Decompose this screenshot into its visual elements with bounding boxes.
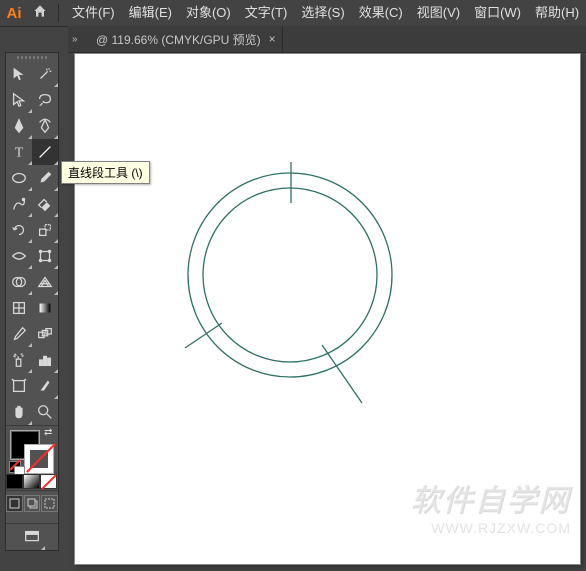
panel-grip[interactable] — [6, 53, 58, 61]
color-mode-row — [6, 474, 58, 490]
draw-normal-icon[interactable] — [6, 495, 23, 512]
eraser-tool[interactable] — [32, 191, 58, 217]
fill-stroke-block: ⇄ — [6, 426, 58, 474]
menubar: Ai 文件(F) 编辑(E) 对象(O) 文字(T) 选择(S) 效果(C) 视… — [0, 0, 586, 27]
document-tab-label: @ 119.66% (CMYK/GPU 预览) — [96, 31, 261, 48]
magic-wand-tool[interactable] — [32, 61, 58, 87]
curvature-tool[interactable] — [32, 113, 58, 139]
menu-view[interactable]: 视图(V) — [410, 0, 467, 26]
ellipse-tool[interactable] — [6, 165, 32, 191]
direct-selection-tool[interactable] — [6, 87, 32, 113]
width-tool[interactable] — [6, 243, 32, 269]
tool-tooltip: 直线段工具 (\) — [61, 161, 150, 184]
artboard[interactable] — [75, 54, 580, 564]
line-segment-tool[interactable] — [32, 139, 58, 165]
zoom-tool[interactable] — [32, 399, 58, 425]
paintbrush-tool[interactable] — [32, 165, 58, 191]
menu-effect[interactable]: 效果(C) — [352, 0, 410, 26]
artboard-tool[interactable] — [6, 373, 32, 399]
tabbar-chevron-icon[interactable]: » — [68, 34, 86, 45]
document-tab[interactable]: @ 119.66% (CMYK/GPU 预览) × — [86, 26, 283, 52]
menubar-separator — [58, 4, 59, 22]
pen-tool[interactable] — [6, 113, 32, 139]
swap-fill-stroke-icon[interactable]: ⇄ — [44, 427, 56, 439]
hand-tool[interactable] — [6, 399, 32, 425]
gradient-tool[interactable] — [32, 295, 58, 321]
shape-builder-tool[interactable] — [6, 269, 32, 295]
screen-mode-button[interactable] — [19, 524, 45, 550]
free-transform-tool[interactable] — [32, 243, 58, 269]
symbol-sprayer-tool[interactable] — [6, 347, 32, 373]
default-fill-stroke-icon[interactable] — [9, 461, 21, 473]
color-mode-color[interactable] — [6, 474, 23, 489]
close-tab-icon[interactable]: × — [269, 32, 276, 46]
document-tabbar: » @ 119.66% (CMYK/GPU 预览) × — [68, 26, 586, 53]
menu-object[interactable]: 对象(O) — [179, 0, 238, 26]
svg-text:T: T — [15, 145, 24, 160]
app-logo: Ai — [0, 5, 28, 22]
selection-tool[interactable] — [6, 61, 32, 87]
shaper-tool[interactable] — [6, 191, 32, 217]
rotate-tool[interactable] — [6, 217, 32, 243]
draw-inside-icon[interactable] — [41, 495, 58, 512]
stroke-swatch[interactable] — [24, 444, 54, 474]
perspective-grid-tool[interactable] — [32, 269, 58, 295]
menu-type[interactable]: 文字(T) — [238, 0, 295, 26]
column-graph-tool[interactable] — [32, 347, 58, 373]
screen-mode-row — [6, 524, 58, 550]
mesh-tool[interactable] — [6, 295, 32, 321]
scale-tool[interactable] — [32, 217, 58, 243]
home-icon[interactable] — [28, 3, 52, 23]
menu-file[interactable]: 文件(F) — [65, 0, 122, 26]
eyedropper-tool[interactable] — [6, 321, 32, 347]
color-mode-none[interactable] — [40, 474, 57, 489]
menu-window[interactable]: 窗口(W) — [467, 0, 528, 26]
color-mode-gradient[interactable] — [23, 474, 40, 489]
type-tool[interactable]: T — [6, 139, 32, 165]
menu-edit[interactable]: 编辑(E) — [122, 0, 179, 26]
draw-behind-icon[interactable] — [24, 495, 41, 512]
draw-mode-row — [6, 491, 58, 523]
blend-tool[interactable] — [32, 321, 58, 347]
menu-select[interactable]: 选择(S) — [294, 0, 351, 26]
tools-panel: T — [5, 52, 59, 551]
artwork-svg — [75, 54, 580, 564]
lasso-tool[interactable] — [32, 87, 58, 113]
slice-tool[interactable] — [32, 373, 58, 399]
menu-help[interactable]: 帮助(H) — [528, 0, 586, 26]
